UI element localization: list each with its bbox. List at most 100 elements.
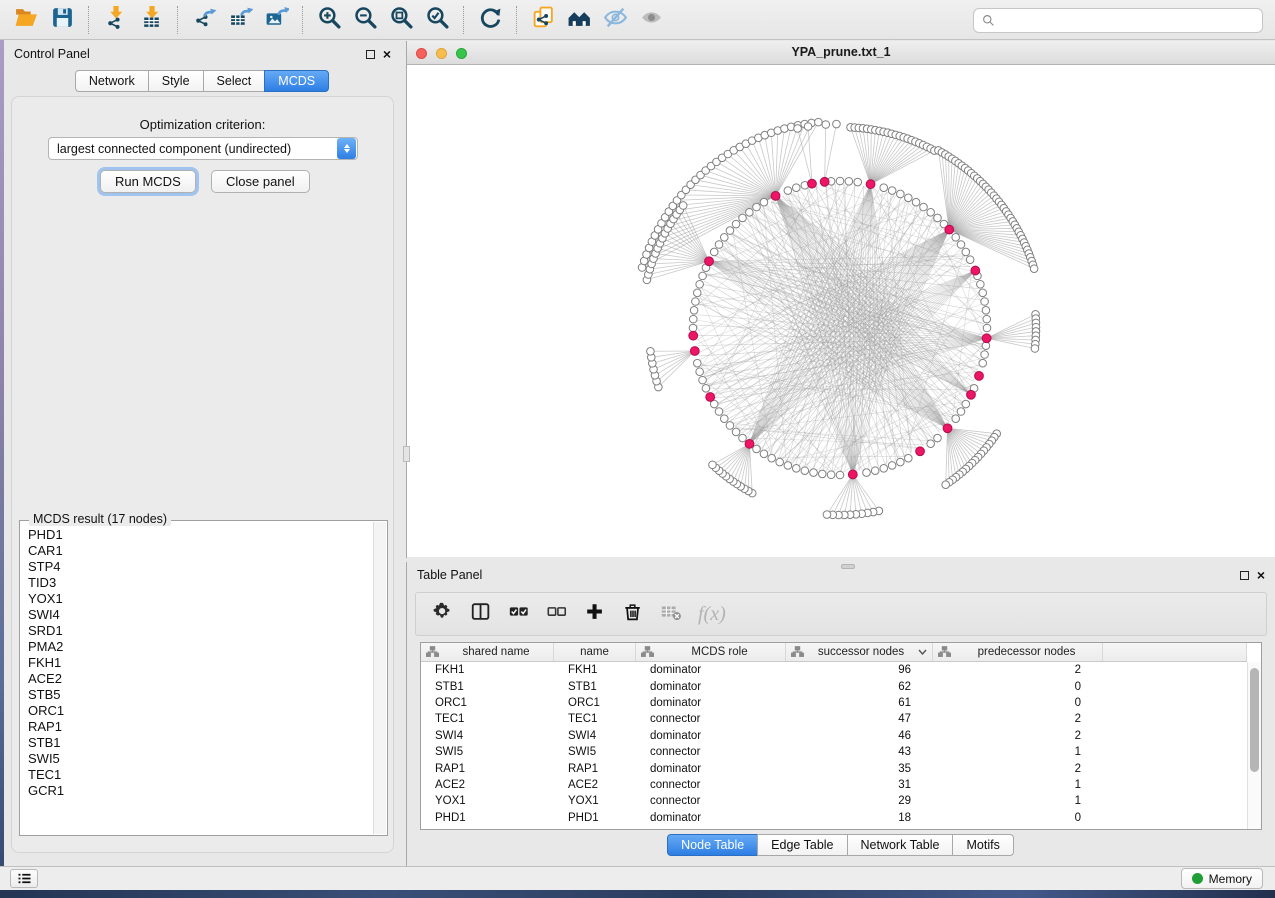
network-leaf-node[interactable] (679, 202, 687, 210)
mcds-result-item[interactable]: ORC1 (28, 703, 369, 719)
table-row[interactable]: PHD1PHD1dominator180 (421, 810, 1247, 826)
network-node[interactable] (702, 385, 710, 393)
mcds-result-item[interactable]: FKH1 (28, 655, 369, 671)
network-node[interactable] (871, 467, 879, 475)
table-scrollbar[interactable] (1247, 662, 1261, 829)
network-node[interactable] (739, 214, 747, 222)
column-header-shared-name[interactable]: shared name (421, 643, 554, 661)
table-row[interactable]: SWI4SWI4dominator462 (421, 728, 1247, 744)
mcds-result-item[interactable]: SWI5 (28, 751, 369, 767)
mcds-hub-node[interactable] (745, 439, 754, 448)
mcds-result-item[interactable]: SRD1 (28, 623, 369, 639)
network-node[interactable] (732, 428, 740, 436)
new-network-from-selection-button[interactable] (525, 4, 561, 36)
network-node[interactable] (863, 469, 871, 477)
network-node[interactable] (920, 203, 928, 211)
tab-network[interactable]: Network (75, 70, 149, 92)
mcds-hub-node[interactable] (808, 179, 817, 188)
mcds-hub-node[interactable] (848, 470, 857, 479)
tab-select[interactable]: Select (203, 70, 266, 92)
mcds-hub-node[interactable] (866, 180, 875, 189)
mcds-hub-node[interactable] (705, 257, 714, 266)
mcds-hub-node[interactable] (689, 331, 698, 340)
mcds-result-item[interactable]: ACE2 (28, 671, 369, 687)
mcds-result-item[interactable]: RAP1 (28, 719, 369, 735)
mcds-result-item[interactable]: SWI4 (28, 607, 369, 623)
network-node[interactable] (692, 298, 700, 306)
network-leaf-node[interactable] (815, 118, 823, 126)
tab-node-table[interactable]: Node Table (667, 834, 758, 856)
network-leaf-node[interactable] (822, 121, 830, 129)
network-node[interactable] (979, 289, 987, 297)
network-node[interactable] (696, 368, 704, 376)
network-node[interactable] (784, 187, 792, 195)
table-panel-resize-handle[interactable] (841, 564, 855, 569)
refresh-button[interactable] (472, 4, 508, 36)
tab-motifs[interactable]: Motifs (952, 834, 1013, 856)
float-table-panel-icon[interactable] (1240, 571, 1249, 580)
mcds-result-item[interactable]: GCR1 (28, 783, 369, 799)
network-node[interactable] (726, 422, 734, 430)
network-node[interactable] (792, 465, 800, 473)
hide-selected-button[interactable] (597, 4, 633, 36)
column-header-predecessor-nodes[interactable]: predecessor nodes (933, 643, 1103, 661)
mcds-result-item[interactable]: PHD1 (28, 527, 369, 543)
add-column-button[interactable] (584, 601, 606, 628)
table-row[interactable]: STB1STB1dominator620 (421, 678, 1247, 694)
network-node[interactable] (836, 471, 844, 479)
tab-network-table[interactable]: Network Table (847, 834, 954, 856)
network-node[interactable] (957, 241, 965, 249)
table-row[interactable]: RAP1RAP1dominator352 (421, 760, 1247, 776)
network-leaf-node[interactable] (709, 461, 717, 469)
search-box[interactable] (973, 8, 1263, 33)
close-panel-icon[interactable]: × (383, 49, 391, 59)
save-session-button[interactable] (44, 4, 80, 36)
network-node[interactable] (801, 467, 809, 475)
network-node[interactable] (720, 234, 728, 242)
mcds-hub-node[interactable] (771, 191, 780, 200)
network-node[interactable] (983, 324, 991, 332)
export-network-button[interactable] (186, 4, 222, 36)
select-all-rows-button[interactable] (508, 601, 530, 628)
network-node[interactable] (962, 248, 970, 256)
mcds-result-item[interactable]: STP4 (28, 559, 369, 575)
network-node[interactable] (927, 440, 935, 448)
network-node[interactable] (690, 306, 698, 314)
network-node[interactable] (753, 445, 761, 453)
mcds-hub-node[interactable] (945, 225, 954, 234)
open-file-button[interactable] (8, 4, 44, 36)
mcds-hub-node[interactable] (943, 424, 952, 433)
network-node[interactable] (982, 306, 990, 314)
mcds-hub-node[interactable] (916, 447, 925, 456)
network-node[interactable] (977, 280, 985, 288)
network-node[interactable] (983, 315, 991, 323)
network-node[interactable] (746, 208, 754, 216)
network-leaf-node[interactable] (804, 123, 812, 131)
export-image-button[interactable] (258, 4, 294, 36)
network-node[interactable] (888, 187, 896, 195)
zoom-fit-button[interactable] (383, 4, 419, 36)
close-panel-button[interactable]: Close panel (211, 170, 310, 193)
network-node[interactable] (689, 315, 697, 323)
network-leaf-node[interactable] (1030, 265, 1038, 273)
network-leaf-node[interactable] (647, 347, 655, 355)
table-mode-gear-button[interactable] (432, 601, 454, 628)
network-node[interactable] (693, 359, 701, 367)
network-node[interactable] (952, 234, 960, 242)
network-node[interactable] (699, 376, 707, 384)
network-node[interactable] (696, 280, 704, 288)
network-leaf-node[interactable] (823, 511, 831, 519)
zoom-selected-button[interactable] (419, 4, 455, 36)
network-node[interactable] (934, 214, 942, 222)
table-row[interactable]: ACE2ACE2connector311 (421, 777, 1247, 793)
delete-column-button[interactable] (622, 601, 644, 628)
mcds-result-item[interactable]: TID3 (28, 575, 369, 591)
mcds-result-item[interactable]: STB1 (28, 735, 369, 751)
export-table-button[interactable] (222, 4, 258, 36)
network-node[interactable] (952, 415, 960, 423)
mcds-hub-node[interactable] (975, 371, 984, 380)
zoom-out-button[interactable] (347, 4, 383, 36)
first-neighbors-button[interactable] (561, 4, 597, 36)
network-node[interactable] (836, 177, 844, 185)
network-node[interactable] (905, 454, 913, 462)
